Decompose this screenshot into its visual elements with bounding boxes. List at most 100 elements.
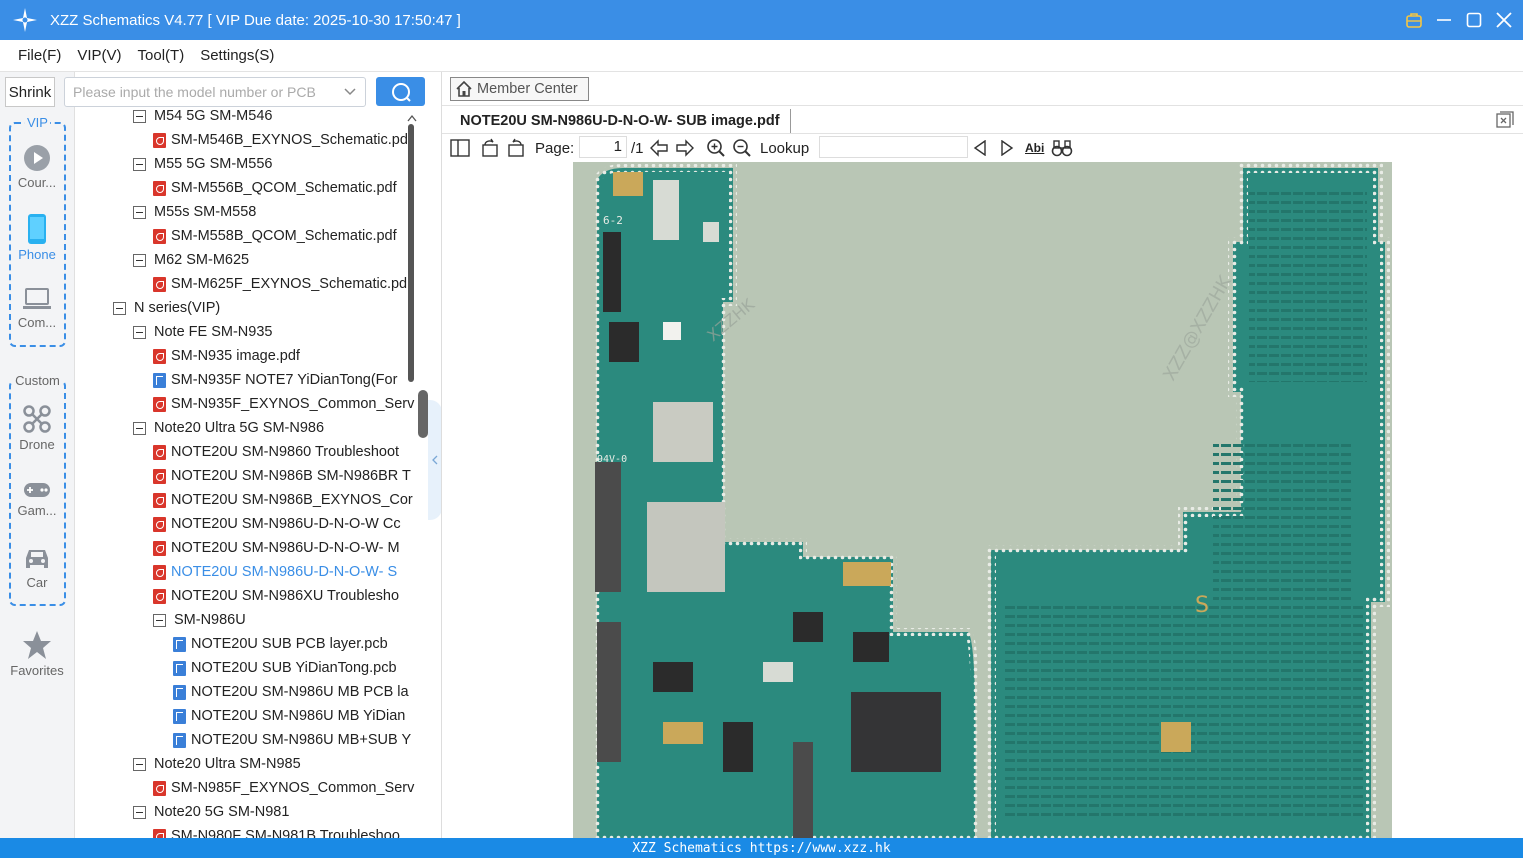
pdf-file-icon	[153, 276, 166, 292]
tree-file[interactable]: SM-N985F_EXYNOS_Common_Serv	[153, 776, 414, 800]
collapse-toggle-icon[interactable]	[133, 253, 146, 267]
collapse-panel-button[interactable]	[428, 400, 442, 520]
tree-scroll-thumb[interactable]	[408, 124, 414, 382]
tree-folder[interactable]: Note20 5G SM-N981	[133, 800, 289, 824]
page-number-input[interactable]: 1	[579, 136, 627, 158]
tree-item-label: NOTE20U SM-N986U-D-N-O-W- M	[171, 540, 400, 556]
tree-file[interactable]: SM-N980F SM-N981B Troubleshoo	[153, 824, 400, 838]
collapse-toggle-icon[interactable]	[153, 613, 166, 627]
tree-file[interactable]: NOTE20U SM-N986B_EXYNOS_Cor	[153, 488, 413, 512]
tree-file[interactable]: NOTE20U SM-N986U MB+SUB Y	[173, 728, 411, 752]
tree-file[interactable]: SM-N935F NOTE7 YiDianTong(For	[153, 368, 397, 392]
tree-folder[interactable]: Note FE SM-N935	[133, 320, 272, 344]
member-center-button[interactable]: Member Center	[450, 77, 589, 101]
tree-file[interactable]: NOTE20U SUB YiDianTong.pcb	[173, 656, 397, 680]
tree-folder[interactable]: Note20 Ultra 5G SM-N986	[133, 416, 324, 440]
collapse-toggle-icon[interactable]	[133, 421, 146, 435]
tree-file[interactable]: SM-M546B_EXYNOS_Schematic.pd	[153, 128, 408, 152]
tree-file[interactable]: SM-M558B_QCOM_Schematic.pdf	[153, 224, 397, 248]
zoom-out-icon[interactable]	[732, 137, 752, 159]
tree-folder[interactable]: N series(VIP)	[113, 296, 220, 320]
tree-folder[interactable]: Note20 Ultra SM-N985	[133, 752, 301, 776]
tree-item-label: N series(VIP)	[134, 300, 221, 316]
search-next-icon[interactable]	[1000, 137, 1014, 159]
tree-file[interactable]: NOTE20U SM-N986U MB PCB la	[173, 680, 409, 704]
tree-file[interactable]: NOTE20U SM-N986XU Troublesho	[153, 584, 399, 608]
previous-page-icon[interactable]	[649, 137, 669, 159]
tree-file[interactable]: SM-N935 image.pdf	[153, 344, 300, 368]
tree-folder[interactable]: M55 5G SM-M556	[133, 152, 272, 176]
chevron-down-icon[interactable]	[343, 85, 357, 99]
sidebar-item-drone[interactable]: Drone	[8, 404, 66, 452]
sidebar-item-favorites[interactable]: Favorites	[4, 630, 70, 678]
tree-file[interactable]: NOTE20U SM-N986B SM-N986BR T	[153, 464, 411, 488]
board-marking: 6-2	[603, 214, 623, 227]
collapse-toggle-icon[interactable]	[133, 109, 146, 123]
tree-folder[interactable]: M54 5G SM-M546	[133, 106, 272, 128]
zoom-in-icon[interactable]	[706, 137, 726, 159]
pcb-file-icon	[173, 660, 186, 676]
next-page-icon[interactable]	[675, 137, 695, 159]
document-canvas[interactable]: 6-2 94V-0 XZZHK S XZZ@XZZHK	[442, 162, 1523, 838]
scroll-up-icon[interactable]	[407, 114, 417, 122]
tree-file[interactable]: NOTE20U SM-N986U MB YiDian	[173, 704, 405, 728]
sidebar-item-phone[interactable]: Phone	[8, 214, 66, 262]
tree-file[interactable]: NOTE20U SM-N9860 Troubleshoot	[153, 440, 399, 464]
find-binoculars-icon[interactable]	[1051, 137, 1073, 159]
svg-text:S: S	[1195, 593, 1209, 618]
search-button[interactable]	[376, 77, 425, 106]
sidebar-item-car[interactable]: Car	[8, 546, 66, 590]
toggle-sidebar-icon[interactable]	[450, 137, 470, 159]
tree-item-label: NOTE20U SM-N986XU Troublesho	[171, 588, 400, 604]
tree-item-label: NOTE20U SM-N986U MB PCB la	[191, 684, 409, 700]
tree-folder[interactable]: M55s SM-M558	[133, 200, 256, 224]
rotate-left-icon[interactable]	[480, 137, 500, 159]
tree-file[interactable]: SM-N935F_EXYNOS_Common_Serv	[153, 392, 414, 416]
search-previous-icon[interactable]	[973, 137, 987, 159]
tree-file[interactable]: NOTE20U SM-N986U-D-N-O-W Cc	[153, 512, 401, 536]
tree-scrollbar[interactable]	[407, 106, 417, 838]
tree-item-label: M54 5G SM-M546	[154, 108, 273, 124]
document-tab[interactable]: NOTE20U SM-N986U-D-N-O-W- SUB image.pdf	[450, 109, 791, 133]
minimize-icon[interactable]	[1435, 11, 1453, 29]
tree-folder[interactable]: M62 SM-M625	[133, 248, 249, 272]
collapse-toggle-icon[interactable]	[133, 325, 146, 339]
match-case-button[interactable]: Abi	[1025, 137, 1044, 159]
menu-settings[interactable]: Settings(S)	[200, 47, 274, 64]
search-input[interactable]: Please input the model number or PCB	[64, 77, 366, 107]
lookup-input[interactable]	[819, 136, 968, 158]
collapse-toggle-icon[interactable]	[133, 805, 146, 819]
pdf-file-icon	[153, 564, 166, 580]
tree-file[interactable]: NOTE20U SM-N986U-D-N-O-W- S	[153, 560, 397, 584]
laptop-icon	[23, 288, 51, 309]
tree-file[interactable]: NOTE20U SUB PCB layer.pcb	[173, 632, 388, 656]
tree-item-label: NOTE20U SM-N986B SM-N986BR T	[171, 468, 411, 484]
sidebar-item-computer[interactable]: Com...	[8, 286, 66, 330]
collapse-toggle-icon[interactable]	[133, 757, 146, 771]
pdf-file-icon	[153, 228, 166, 244]
tree-file[interactable]: SM-M625F_EXYNOS_Schematic.pd	[153, 272, 407, 296]
vip-bag-icon[interactable]	[1405, 11, 1423, 29]
tree-file[interactable]: SM-M556B_QCOM_Schematic.pdf	[153, 176, 397, 200]
maximize-icon[interactable]	[1465, 11, 1483, 29]
tree-folder[interactable]: SM-N986U	[153, 608, 246, 632]
close-icon[interactable]	[1495, 11, 1513, 29]
collapse-toggle-icon[interactable]	[133, 205, 146, 219]
menu-vip[interactable]: VIP(V)	[77, 47, 121, 64]
tree-item-label: SM-N985F_EXYNOS_Common_Serv	[171, 780, 415, 796]
category-sidebar: Shrink VIP Cour... Phone Com... Custom D…	[0, 72, 75, 838]
pdf-file-icon	[153, 540, 166, 556]
panel-splitter-handle[interactable]	[418, 390, 428, 438]
tree-file[interactable]: NOTE20U SM-N986U-D-N-O-W- M	[153, 536, 400, 560]
document-tabs: NOTE20U SM-N986U-D-N-O-W- SUB image.pdf	[442, 105, 1523, 134]
collapse-toggle-icon[interactable]	[133, 157, 146, 171]
menu-file[interactable]: File(F)	[18, 47, 61, 64]
tree-item-label: SM-N980F SM-N981B Troubleshoo	[171, 828, 400, 838]
close-all-tabs-icon[interactable]	[1496, 111, 1514, 129]
rotate-right-icon[interactable]	[506, 137, 526, 159]
shrink-button[interactable]: Shrink	[5, 77, 55, 107]
sidebar-item-game[interactable]: Gam...	[8, 480, 66, 518]
sidebar-item-course[interactable]: Cour...	[8, 144, 66, 190]
menu-tool[interactable]: Tool(T)	[138, 47, 185, 64]
collapse-toggle-icon[interactable]	[113, 301, 126, 315]
